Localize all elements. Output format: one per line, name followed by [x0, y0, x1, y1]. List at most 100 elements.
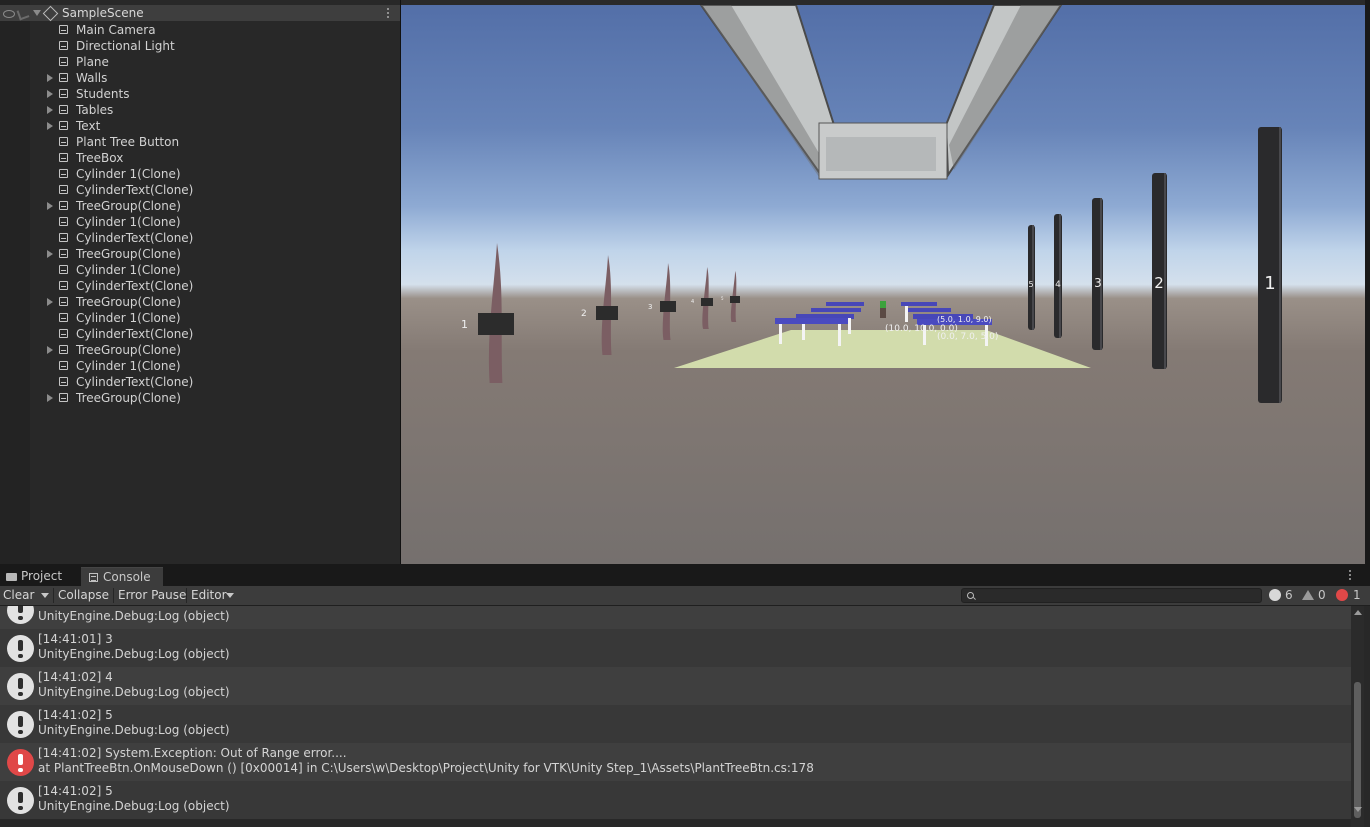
expand-arrow-icon[interactable] — [47, 202, 53, 210]
console-scrollbar[interactable] — [1351, 606, 1364, 827]
tree-number-label: 2 — [581, 309, 587, 319]
gameobject-cube-icon — [59, 297, 68, 306]
console-log-entry[interactable]: [14:41:02] 4 UnityEngine.Debug:Log (objec… — [0, 667, 1351, 705]
editor-dropdown-arrow-icon[interactable] — [226, 593, 234, 598]
hierarchy-item[interactable]: Walls — [0, 70, 400, 86]
hierarchy-item[interactable]: TreeGroup(Clone) — [0, 198, 400, 214]
hierarchy-item[interactable]: Text — [0, 118, 400, 134]
hierarchy-item[interactable]: CylinderText(Clone) — [0, 182, 400, 198]
coordinate-label: (0.0, 7.0, 5.0) — [937, 332, 998, 342]
console-log-list[interactable]: UnityEngine.Debug:Log (object) [14:41:01]… — [0, 606, 1351, 827]
console-search-input[interactable] — [961, 588, 1262, 603]
scene-menu-kebab-icon[interactable] — [387, 8, 390, 20]
console-error-entry[interactable]: [14:41:02] System.Exception: Out of Rang… — [0, 743, 1351, 781]
log-stacktrace: UnityEngine.Debug:Log (object) — [38, 609, 230, 623]
hierarchy-item-label: TreeBox — [76, 151, 124, 165]
tab-project-label: Project — [21, 569, 63, 583]
gameobject-cube-icon — [59, 265, 68, 274]
tree-sign — [701, 298, 713, 306]
expand-arrow-icon[interactable] — [47, 90, 53, 98]
editor-dropdown[interactable]: Editor — [191, 586, 227, 605]
hierarchy-item[interactable]: CylinderText(Clone) — [0, 374, 400, 390]
console-log-entry[interactable]: [14:41:01] 3 UnityEngine.Debug:Log (objec… — [0, 629, 1351, 667]
hierarchy-item[interactable]: TreeGroup(Clone) — [0, 294, 400, 310]
scene-root-row[interactable]: SampleScene — [0, 5, 400, 22]
hierarchy-item-label: Cylinder 1(Clone) — [76, 215, 181, 229]
hierarchy-item-label: TreeGroup(Clone) — [76, 343, 181, 357]
console-log-entry[interactable]: [14:41:02] 5 UnityEngine.Debug:Log (objec… — [0, 705, 1351, 743]
hierarchy-item-label: Cylinder 1(Clone) — [76, 167, 181, 181]
log-message: [14:41:02] 5 — [38, 784, 113, 798]
error-pause-button[interactable]: Error Pause — [118, 586, 186, 605]
log-count: 6 — [1285, 588, 1293, 602]
hierarchy-item[interactable]: TreeGroup(Clone) — [0, 342, 400, 358]
gameobject-cube-icon — [59, 41, 68, 50]
pickable-icon[interactable] — [16, 7, 30, 21]
pillar-highlight — [1279, 127, 1281, 403]
collapse-arrow-icon[interactable] — [33, 10, 41, 16]
expand-arrow-icon[interactable] — [47, 298, 53, 306]
scroll-up-icon[interactable] — [1354, 610, 1362, 615]
hierarchy-item-label: Cylinder 1(Clone) — [76, 359, 181, 373]
hierarchy-item[interactable]: Cylinder 1(Clone) — [0, 214, 400, 230]
hierarchy-item[interactable]: Cylinder 1(Clone) — [0, 262, 400, 278]
toolbar-separator — [186, 588, 187, 603]
log-message: [14:41:02] 5 — [38, 708, 113, 722]
hierarchy-item[interactable]: Tables — [0, 102, 400, 118]
pillar — [1258, 127, 1282, 403]
expand-arrow-icon[interactable] — [47, 106, 53, 114]
tree-sign — [478, 313, 514, 335]
expand-arrow-icon[interactable] — [47, 74, 53, 82]
hierarchy-item[interactable]: Students — [0, 86, 400, 102]
scroll-down-icon[interactable] — [1354, 807, 1362, 812]
coordinate-label: (5.0, 1.0, 9.0) — [937, 315, 992, 324]
tab-console[interactable]: Console — [81, 567, 163, 587]
hierarchy-item-label: Plant Tree Button — [76, 135, 180, 149]
expand-arrow-icon[interactable] — [47, 122, 53, 130]
pillar-highlight — [1032, 225, 1034, 330]
hierarchy-item[interactable]: CylinderText(Clone) — [0, 326, 400, 342]
hierarchy-item[interactable]: TreeBox — [0, 150, 400, 166]
hierarchy-item[interactable]: TreeGroup(Clone) — [0, 246, 400, 262]
gameobject-cube-icon — [59, 89, 68, 98]
hierarchy-item[interactable]: CylinderText(Clone) — [0, 230, 400, 246]
expand-arrow-icon[interactable] — [47, 394, 53, 402]
hierarchy-item[interactable]: Cylinder 1(Clone) — [0, 166, 400, 182]
hierarchy-item[interactable]: Cylinder 1(Clone) — [0, 310, 400, 326]
hierarchy-item-label: Cylinder 1(Clone) — [76, 311, 181, 325]
gameobject-cube-icon — [59, 121, 68, 130]
wall-back-picture — [826, 137, 936, 171]
collapse-button[interactable]: Collapse — [58, 586, 109, 605]
hierarchy-item[interactable]: Plant Tree Button — [0, 134, 400, 150]
gameobject-cube-icon — [59, 73, 68, 82]
console-log-entry[interactable]: [14:41:02] 5 UnityEngine.Debug:Log (objec… — [0, 781, 1351, 819]
log-stacktrace: UnityEngine.Debug:Log (object) — [38, 723, 230, 737]
dock-menu-kebab-icon[interactable] — [1349, 570, 1352, 582]
hierarchy-item[interactable]: Cylinder 1(Clone) — [0, 358, 400, 374]
hierarchy-item[interactable]: Main Camera — [0, 22, 400, 38]
hierarchy-item[interactable]: Directional Light — [0, 38, 400, 54]
hierarchy-item[interactable]: Plane — [0, 54, 400, 70]
clear-options-dropdown-icon[interactable] — [41, 593, 49, 598]
log-stacktrace: UnityEngine.Debug:Log (object) — [38, 799, 230, 813]
gameobject-cube-icon — [59, 281, 68, 290]
hierarchy-item[interactable]: CylinderText(Clone) — [0, 278, 400, 294]
hierarchy-item[interactable]: TreeGroup(Clone) — [0, 390, 400, 406]
eye-icon[interactable] — [3, 10, 15, 18]
console-log-entry[interactable]: UnityEngine.Debug:Log (object) — [0, 606, 1351, 629]
console-toolbar: Clear Collapse Error Pause Editor 6 0 1 — [0, 586, 1370, 606]
hierarchy-item-label: CylinderText(Clone) — [76, 327, 194, 341]
scene-view[interactable]: (10.0, 10.0, 0.0) (5.0, 1.0, 9.0) (0.0, 7.… — [401, 5, 1365, 564]
expand-arrow-icon[interactable] — [47, 346, 53, 354]
clear-button[interactable]: Clear — [3, 586, 34, 605]
hierarchy-item-label: TreeGroup(Clone) — [76, 391, 181, 405]
scrollbar-thumb[interactable] — [1354, 682, 1361, 818]
tree-number-label: 4 — [691, 299, 694, 305]
hierarchy-item-label: CylinderText(Clone) — [76, 279, 194, 293]
expand-arrow-icon[interactable] — [47, 250, 53, 258]
tree-sign — [596, 306, 618, 320]
hierarchy-item-label: CylinderText(Clone) — [76, 183, 194, 197]
tab-project[interactable]: Project — [4, 567, 78, 586]
hierarchy-item-label: Cylinder 1(Clone) — [76, 263, 181, 277]
unity-scene-icon — [42, 5, 59, 22]
